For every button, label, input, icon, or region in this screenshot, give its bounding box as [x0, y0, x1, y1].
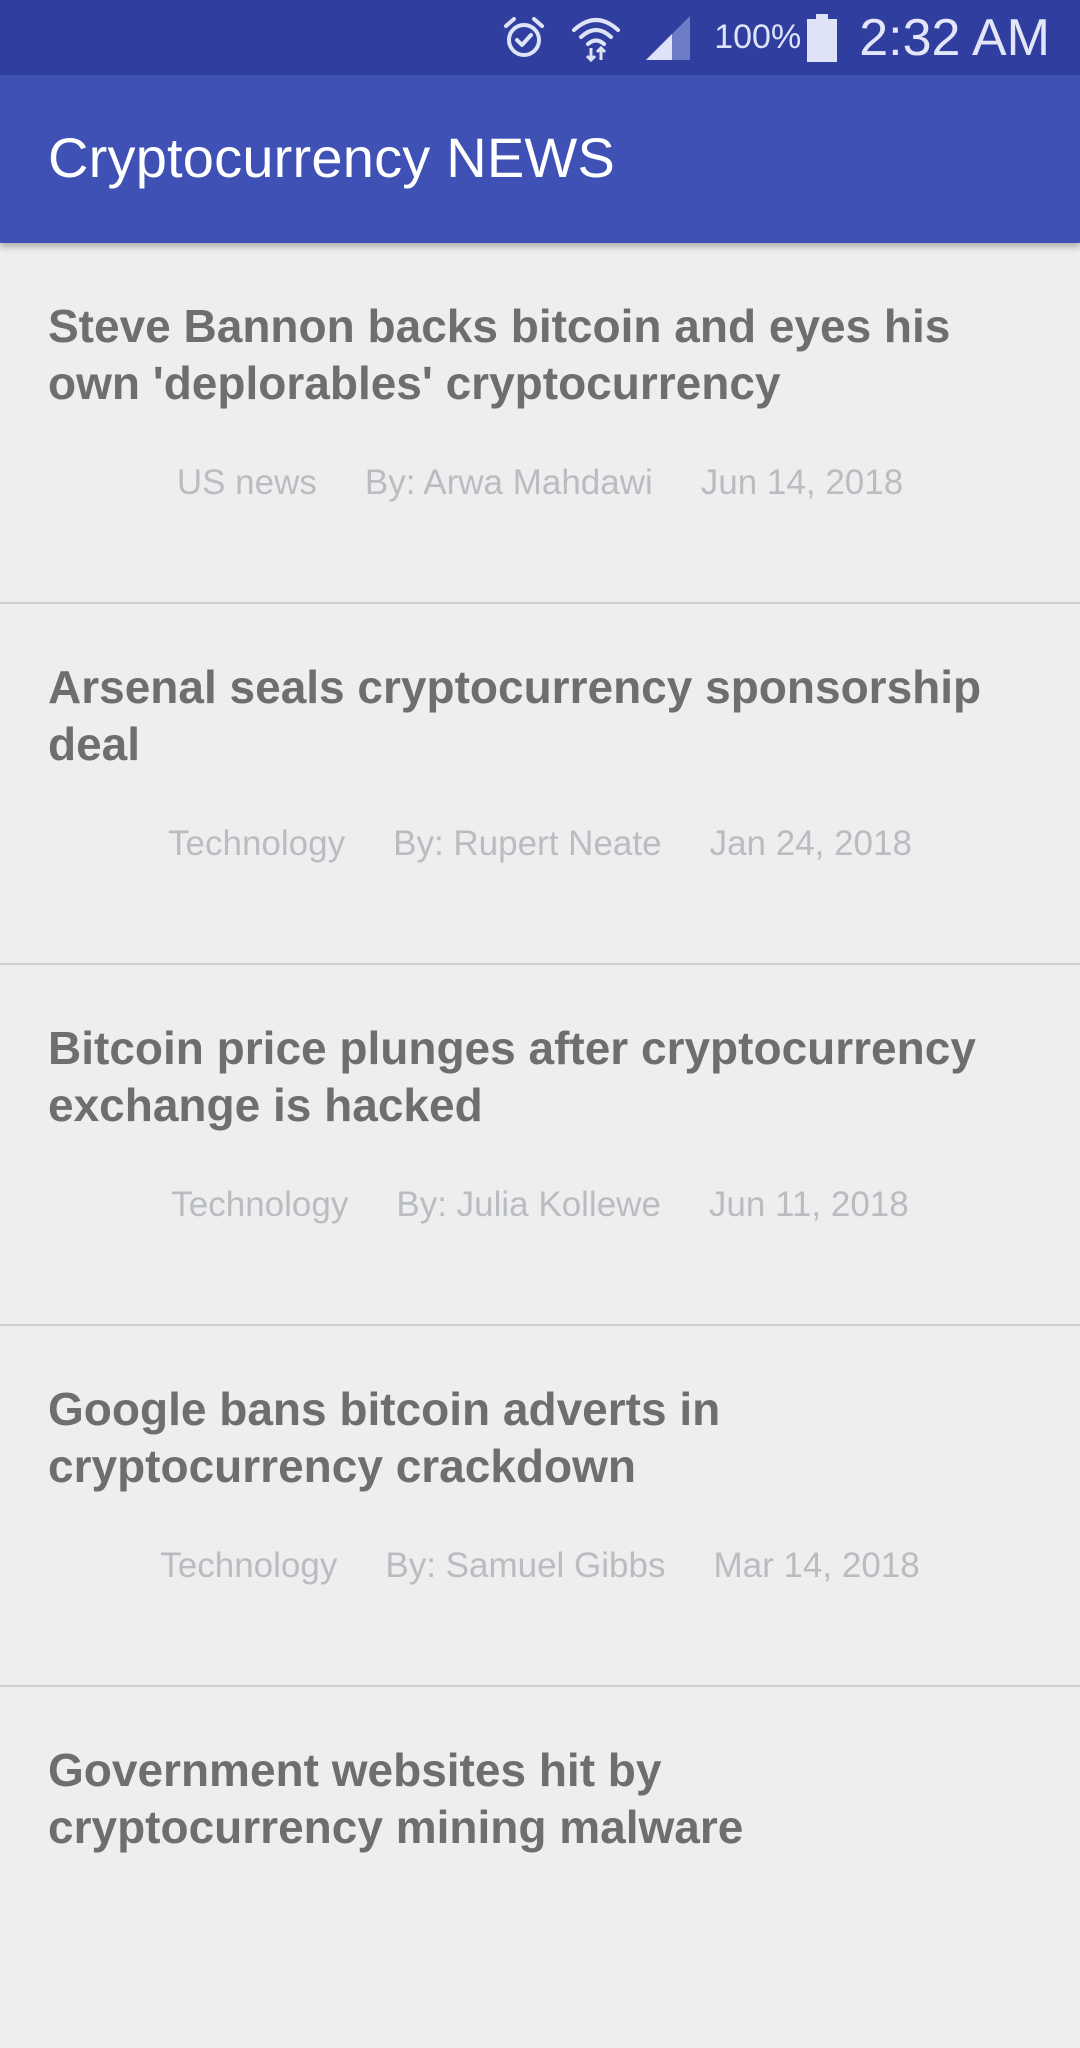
- status-bar: 100% 2:32 AM: [0, 0, 1080, 75]
- news-item[interactable]: Google bans bitcoin adverts in cryptocur…: [0, 1326, 1080, 1687]
- news-item[interactable]: Steve Bannon backs bitcoin and eyes his …: [0, 243, 1080, 604]
- news-section: Technology: [160, 1546, 338, 1585]
- news-title: Bitcoin price plunges after cryptocurren…: [48, 1022, 976, 1131]
- news-title: Google bans bitcoin adverts in cryptocur…: [48, 1383, 721, 1492]
- news-date: Jan 24, 2018: [709, 824, 912, 863]
- news-item[interactable]: Arsenal seals cryptocurrency sponsorship…: [0, 604, 1080, 965]
- news-list[interactable]: Steve Bannon backs bitcoin and eyes his …: [0, 243, 1080, 2048]
- news-author: By: Arwa Mahdawi: [364, 463, 653, 502]
- news-item[interactable]: Bitcoin price plunges after cryptocurren…: [0, 965, 1080, 1326]
- news-section: US news: [176, 463, 317, 502]
- news-title: Government websites hit by cryptocurrenc…: [48, 1744, 744, 1853]
- clock: 2:32 AM: [859, 8, 1050, 67]
- battery-percent: 100%: [714, 18, 802, 56]
- news-section: Technology: [168, 824, 346, 863]
- news-author: By: Julia Kollewe: [396, 1185, 661, 1224]
- wifi-icon: [570, 12, 622, 64]
- news-title: Steve Bannon backs bitcoin and eyes his …: [48, 300, 951, 409]
- news-date: Jun 14, 2018: [700, 463, 904, 502]
- news-title: Arsenal seals cryptocurrency sponsorship…: [48, 661, 982, 770]
- status-icons: 100% 2:32 AM: [500, 0, 1050, 75]
- news-meta: US news By: Arwa Mahdawi Jun 14, 2018: [0, 463, 1080, 503]
- alarm-icon: [500, 14, 548, 62]
- battery-icon: [807, 13, 838, 62]
- signal-icon: [644, 14, 692, 62]
- news-item[interactable]: Government websites hit by cryptocurrenc…: [0, 1687, 1080, 2048]
- news-meta: Technology By: Julia Kollewe Jun 11, 201…: [0, 1185, 1080, 1225]
- news-date: Jun 11, 2018: [708, 1185, 909, 1224]
- app-title: Cryptocurrency NEWS: [48, 126, 616, 189]
- news-meta: Technology By: Rupert Neate Jan 24, 2018: [0, 824, 1080, 864]
- news-meta: Technology By: Samuel Gibbs Mar 14, 2018: [0, 1546, 1080, 1586]
- news-author: By: Rupert Neate: [393, 824, 662, 863]
- news-author: By: Samuel Gibbs: [385, 1546, 666, 1585]
- news-date: Mar 14, 2018: [713, 1546, 920, 1585]
- app-bar: Cryptocurrency NEWS: [0, 75, 1080, 243]
- news-section: Technology: [171, 1185, 349, 1224]
